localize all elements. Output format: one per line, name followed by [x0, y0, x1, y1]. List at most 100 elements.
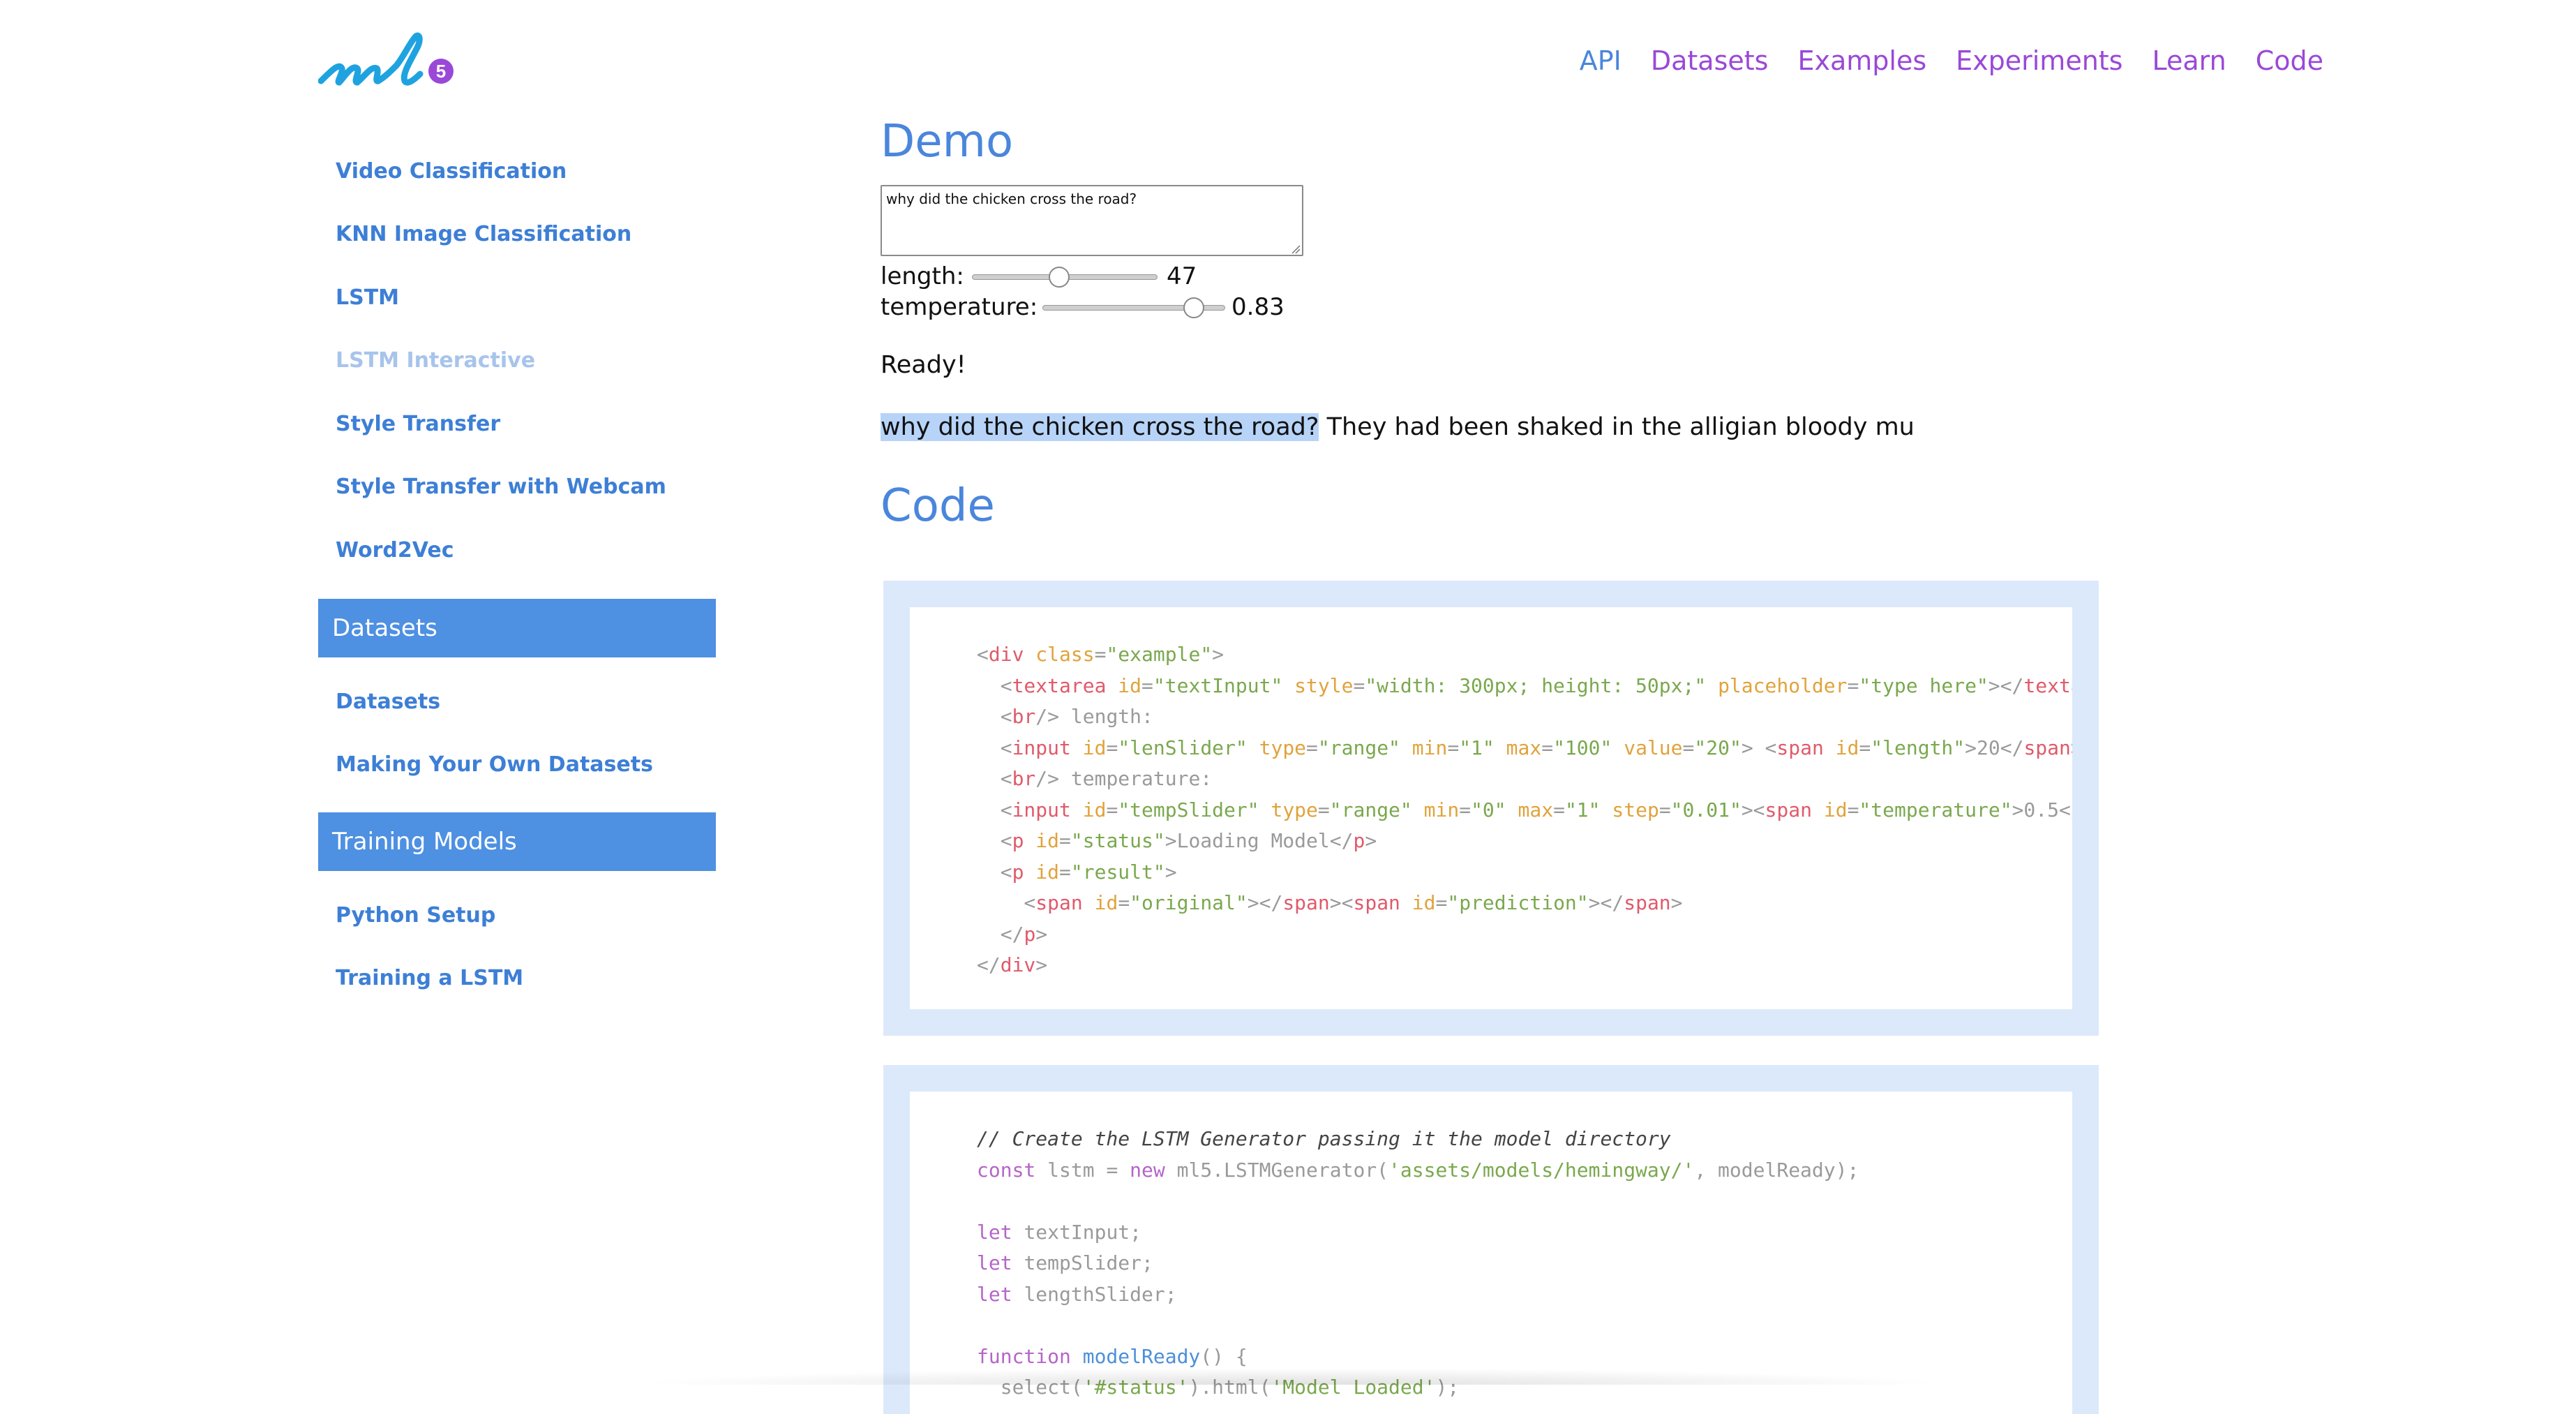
nav-code[interactable]: Code — [2256, 43, 2323, 78]
sidebar-item-python-setup[interactable]: Python Setup — [336, 903, 495, 928]
code-token: br — [1012, 705, 1036, 728]
scroll-shadow — [628, 1368, 1954, 1385]
length-label: length: — [881, 262, 964, 290]
code-token: "100" — [1553, 736, 1624, 759]
temperature-slider[interactable] — [1042, 297, 1225, 318]
code-token: id — [1411, 891, 1436, 914]
code-token: < — [977, 860, 1012, 884]
code-line: <input id="tempSlider" type="range" min=… — [977, 795, 2072, 826]
js-code-content: // Create the LSTM Generator passing it … — [910, 1092, 2072, 1414]
code-token: ></ — [1988, 673, 2024, 697]
nav-datasets[interactable]: Datasets — [1651, 43, 1769, 78]
code-token: > — [1670, 891, 1683, 914]
ml5-logo[interactable]: 5 — [317, 28, 455, 91]
ml5-logo-mark: 5 — [317, 32, 454, 86]
code-token: = — [1459, 798, 1472, 821]
nav-api[interactable]: API — [1580, 43, 1622, 78]
code-token: span — [2023, 736, 2071, 759]
code-token: < — [977, 829, 1012, 852]
sidebar-item-knn-image-classification[interactable]: KNN Image Classification — [336, 222, 631, 246]
code-token: style — [1294, 673, 1354, 697]
code-line: </p> — [977, 919, 2072, 951]
result-original: why did the chicken cross the road? — [881, 413, 1319, 441]
code-line: <input id="lenSlider" type="range" min="… — [977, 733, 2072, 764]
length-slider-thumb[interactable] — [1049, 267, 1070, 288]
nav-learn[interactable]: Learn — [2152, 43, 2226, 78]
temperature-slider-thumb[interactable] — [1183, 297, 1205, 318]
code-token: type — [1271, 798, 1318, 821]
code-token: min — [1423, 798, 1460, 821]
code-token: "prediction" — [1447, 891, 1589, 914]
sidebar-item-video-classification[interactable]: Video Classification — [336, 159, 567, 184]
code-line: <div class="example"> — [977, 639, 2072, 671]
code-token: ></ — [1588, 891, 1624, 914]
nav-examples[interactable]: Examples — [1797, 43, 1926, 78]
code-token: >Loading Model</ — [1165, 829, 1354, 852]
code-token: > — [2071, 736, 2072, 759]
code-token: "temperature" — [1859, 798, 2012, 821]
text-input[interactable]: why did the chicken cross the road? — [881, 185, 1303, 256]
code-token: ml5.LSTMGenerator( — [1176, 1158, 1389, 1182]
sidebar-item-training-lstm[interactable]: Training a LSTM — [336, 966, 523, 990]
sidebar-item-lstm-interactive[interactable]: LSTM Interactive — [336, 348, 535, 373]
nav-experiments[interactable]: Experiments — [1956, 43, 2122, 78]
code-token: lstm = — [1047, 1158, 1130, 1182]
code-token: = — [1847, 798, 1859, 821]
code-token: input — [1012, 798, 1083, 821]
js-code-block: // Create the LSTM Generator passing it … — [883, 1065, 2099, 1414]
code-token: "1" — [1564, 798, 1612, 821]
sidebar-header-training-models[interactable]: Training Models — [318, 812, 716, 871]
code-token: "original" — [1130, 891, 1248, 914]
code-token: < — [977, 736, 1012, 759]
result-prediction: They had been shaked in the alligian blo… — [1319, 413, 1915, 441]
code-token: = — [1317, 798, 1330, 821]
code-token: >< — [1329, 891, 1354, 914]
code-token: id — [1082, 736, 1107, 759]
code-token: id — [1835, 736, 1859, 759]
code-token: () { — [1200, 1344, 1248, 1368]
code-token: modelReady — [1082, 1344, 1201, 1368]
length-value: 47 — [1167, 262, 1197, 290]
code-token: </ — [977, 922, 1024, 946]
code-token: textarea — [1012, 673, 1118, 697]
code-token: = — [1447, 736, 1460, 759]
code-token: = — [1553, 798, 1565, 821]
code-token: id — [1118, 673, 1142, 697]
code-token: >0.5</: — [2012, 798, 2072, 821]
code-token: "type here" — [1859, 673, 1989, 697]
code-token: "range" — [1329, 798, 1424, 821]
sidebar-item-lstm[interactable]: LSTM — [336, 285, 399, 310]
code-line: <p id="result"> — [977, 857, 2072, 888]
code-token: let — [977, 1251, 1024, 1274]
top-nav: API Datasets Examples Experiments Learn … — [1580, 43, 2323, 78]
sidebar-item-word2vec[interactable]: Word2Vec — [336, 538, 454, 563]
code-token: span — [1776, 736, 1836, 759]
sidebar-item-style-transfer[interactable]: Style Transfer — [336, 412, 500, 436]
code-line: // Create the LSTM Generator passing it … — [977, 1124, 2072, 1155]
code-token: = — [1141, 673, 1153, 697]
sidebar-item-datasets[interactable]: Datasets — [336, 690, 440, 714]
code-token: < — [977, 891, 1036, 914]
sidebar-item-style-transfer-webcam[interactable]: Style Transfer with Webcam — [336, 475, 666, 499]
code-token: div — [1000, 953, 1036, 976]
resize-grip-icon[interactable] — [1291, 244, 1301, 254]
code-token: p — [1353, 829, 1365, 852]
code-line: let tempSlider; — [977, 1248, 2072, 1279]
code-token: "lenSlider" — [1118, 736, 1259, 759]
code-token: < — [977, 705, 1012, 728]
code-token: = — [1106, 798, 1118, 821]
sidebar-item-making-datasets[interactable]: Making Your Own Datasets — [336, 752, 653, 777]
sidebar-header-datasets[interactable]: Datasets — [318, 599, 716, 657]
code-token: = — [1059, 860, 1071, 884]
code-token: "length" — [1871, 736, 1965, 759]
code-token: > — [1035, 922, 1048, 946]
length-slider[interactable] — [972, 267, 1158, 288]
temperature-label: temperature: — [881, 293, 1038, 321]
code-token: max — [1506, 736, 1542, 759]
code-token: > — [1035, 953, 1048, 976]
code-token: type — [1259, 736, 1307, 759]
code-token: < — [977, 643, 989, 666]
code-token: > < — [1741, 736, 1777, 759]
code-token: value — [1624, 736, 1683, 759]
